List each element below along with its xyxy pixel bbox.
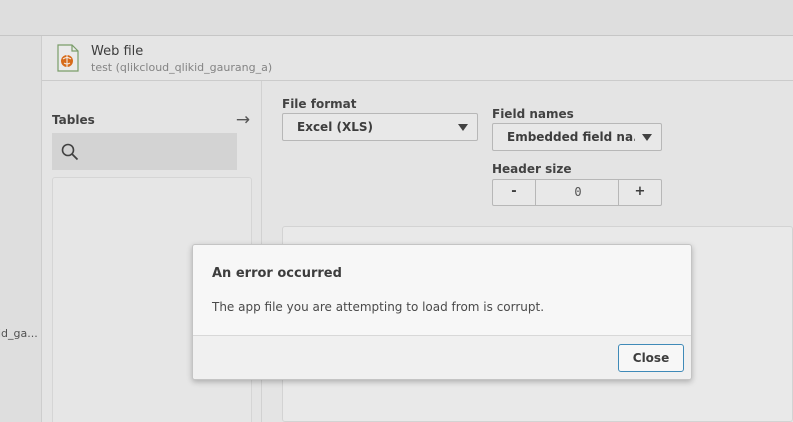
error-dialog: An error occurred The app file you are a… [192, 244, 692, 380]
app-window: id_ga... Web file test (qlikcloud_qlikid… [0, 0, 793, 422]
close-button[interactable]: Close [618, 344, 684, 372]
dialog-title: An error occurred [212, 266, 342, 281]
dialog-footer: Close [193, 335, 691, 379]
dialog-message: The app file you are attempting to load … [212, 300, 545, 314]
